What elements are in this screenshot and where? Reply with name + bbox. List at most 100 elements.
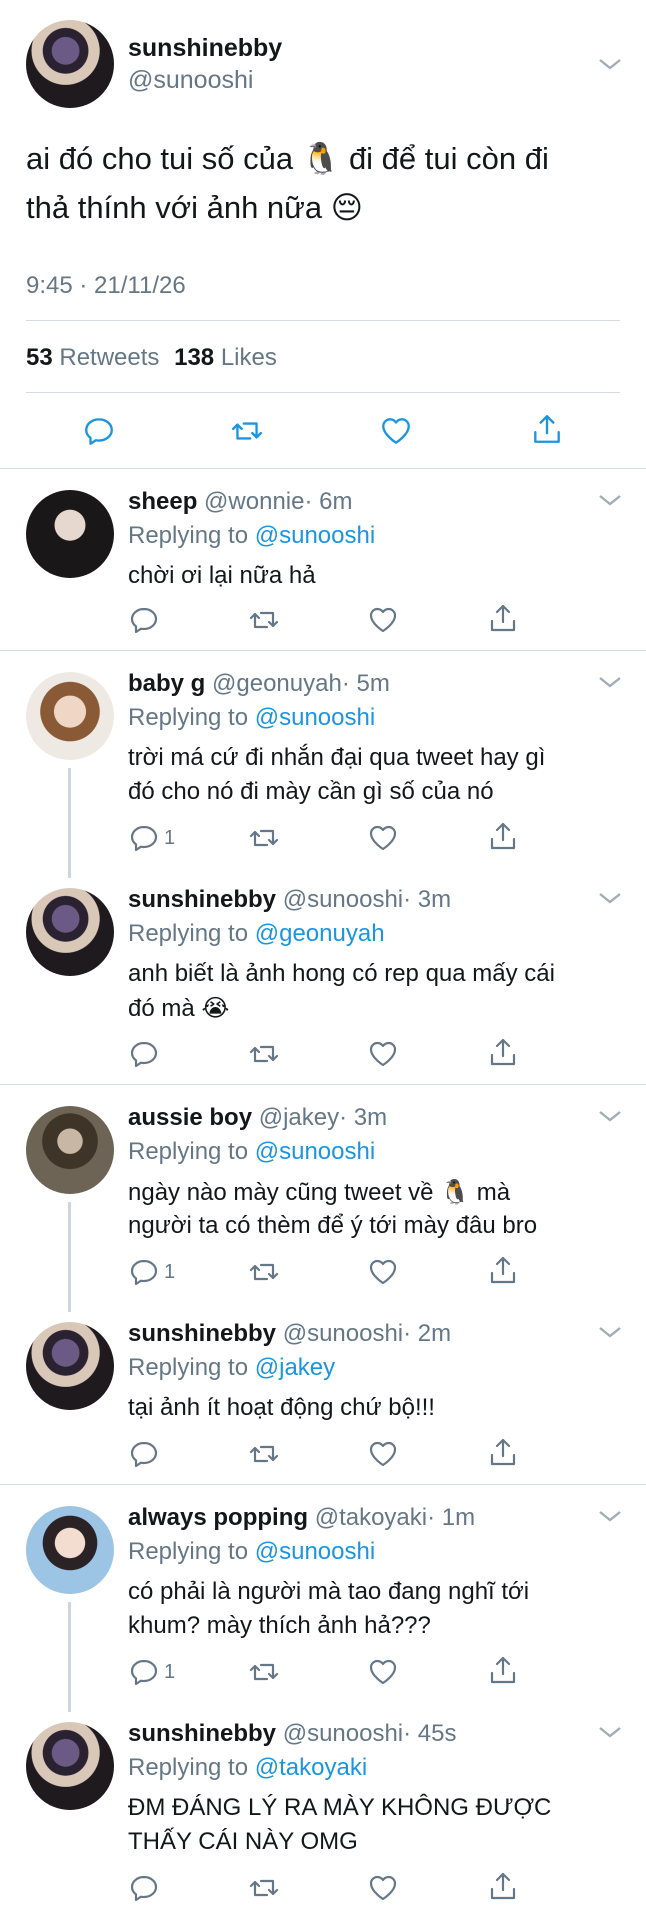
like-icon[interactable] (367, 1438, 399, 1470)
reply-icon[interactable] (128, 1256, 160, 1288)
replying-to-label: Replying to (128, 1754, 249, 1781)
retweets-label[interactable]: Retweets (59, 344, 159, 371)
retweet-icon[interactable] (248, 604, 280, 636)
chevron-down-icon[interactable] (596, 1322, 624, 1342)
avatar-reply[interactable] (26, 1106, 114, 1194)
chevron-down-icon[interactable] (596, 54, 624, 74)
main-handle[interactable]: @sunooshi (128, 66, 253, 95)
reply-text-line1: ngày nào mày cũng tweet về 🐧 mà (128, 1179, 511, 1206)
reply-time[interactable]: · 5m (342, 670, 390, 697)
reply-handle[interactable]: @sunooshi (283, 1320, 403, 1347)
like-icon[interactable] (367, 1038, 399, 1070)
reply-header: sunshinebby @sunooshi· 3m (128, 886, 451, 914)
share-icon[interactable] (487, 1654, 519, 1686)
reply-display-name[interactable]: always popping (128, 1504, 308, 1531)
main-timestamp[interactable]: 9:45 · 21/11/26 (26, 272, 186, 300)
avatar-reply[interactable] (26, 672, 114, 760)
reply-header: aussie boy @jakey· 3m (128, 1104, 387, 1132)
reply-header: always popping @takoyaki· 1m (128, 1504, 475, 1532)
retweet-icon[interactable] (248, 1656, 280, 1688)
reply-display-name[interactable]: sheep (128, 488, 197, 515)
reply-icon[interactable] (128, 822, 160, 854)
reply-display-name[interactable]: sunshinebby (128, 1720, 276, 1747)
reply-time[interactable]: · 3m (403, 886, 451, 913)
reply-icon[interactable] (128, 604, 160, 636)
like-icon[interactable] (379, 414, 413, 448)
reply-display-name[interactable]: aussie boy (128, 1104, 252, 1131)
avatar-reply[interactable] (26, 888, 114, 976)
share-icon[interactable] (487, 1036, 519, 1068)
reply-handle[interactable]: @sunooshi (283, 886, 403, 913)
replying-to: Replying to @sunooshi (128, 704, 375, 732)
avatar-main[interactable] (26, 20, 114, 108)
replying-to-handle[interactable]: @sunooshi (255, 1538, 375, 1565)
retweet-icon[interactable] (230, 414, 264, 448)
replying-to-handle[interactable]: @takoyaki (255, 1754, 367, 1781)
reply-handle[interactable]: @sunooshi (283, 1720, 403, 1747)
reply-handle[interactable]: @wonnie (204, 488, 304, 515)
chevron-down-icon[interactable] (596, 490, 624, 510)
retweet-icon[interactable] (248, 1872, 280, 1904)
reply-display-name[interactable]: sunshinebby (128, 1320, 276, 1347)
replying-to: Replying to @sunooshi (128, 1538, 375, 1566)
main-display-name[interactable]: sunshinebby (128, 34, 282, 63)
retweet-icon[interactable] (248, 822, 280, 854)
like-icon[interactable] (367, 1872, 399, 1904)
main-tweet-text-line1: ai đó cho tui số của 🐧 đi để tui còn đi (26, 141, 549, 176)
replying-to-handle[interactable]: @sunooshi (255, 522, 375, 549)
replying-to: Replying to @jakey (128, 1354, 335, 1382)
reply-icon[interactable] (128, 1038, 160, 1070)
chevron-down-icon[interactable] (596, 1506, 624, 1526)
chevron-down-icon[interactable] (596, 888, 624, 908)
thread-line (68, 768, 71, 878)
retweet-icon[interactable] (248, 1038, 280, 1070)
like-icon[interactable] (367, 1656, 399, 1688)
likes-count[interactable]: 138 (174, 344, 214, 371)
reply-icon[interactable] (128, 1438, 160, 1470)
reply-header: sheep @wonnie· 6m (128, 488, 352, 516)
reply-time[interactable]: · 3m (339, 1104, 387, 1131)
avatar-reply[interactable] (26, 1506, 114, 1594)
replying-to-handle[interactable]: @jakey (255, 1354, 335, 1381)
reply-icon[interactable] (128, 1656, 160, 1688)
divider (0, 1084, 646, 1085)
reply-time[interactable]: · 6m (304, 488, 352, 515)
reply-handle[interactable]: @takoyaki (315, 1504, 427, 1531)
like-icon[interactable] (367, 1256, 399, 1288)
share-icon[interactable] (487, 820, 519, 852)
retweets-count[interactable]: 53 (26, 344, 53, 371)
reply-icon[interactable] (82, 414, 116, 448)
retweet-icon[interactable] (248, 1438, 280, 1470)
reply-text-line1: chời ơi lại nữa hả (128, 562, 316, 589)
chevron-down-icon[interactable] (596, 1722, 624, 1742)
replying-to-handle[interactable]: @sunooshi (255, 1138, 375, 1165)
chevron-down-icon[interactable] (596, 672, 624, 692)
reply-time[interactable]: · 1m (427, 1504, 475, 1531)
share-icon[interactable] (530, 412, 564, 446)
reply-display-name[interactable]: sunshinebby (128, 886, 276, 913)
reply-handle[interactable]: @jakey (259, 1104, 339, 1131)
chevron-down-icon[interactable] (596, 1106, 624, 1126)
avatar-reply[interactable] (26, 1322, 114, 1410)
reply-handle[interactable]: @geonuyah (212, 670, 342, 697)
reply-text-line2: đó mà 😭 (128, 995, 230, 1022)
like-icon[interactable] (367, 604, 399, 636)
reply-time[interactable]: · 2m (403, 1320, 451, 1347)
share-icon[interactable] (487, 1436, 519, 1468)
reply-header: sunshinebby @sunooshi· 2m (128, 1320, 451, 1348)
share-icon[interactable] (487, 1254, 519, 1286)
share-icon[interactable] (487, 602, 519, 634)
avatar-reply[interactable] (26, 490, 114, 578)
likes-label[interactable]: Likes (221, 344, 277, 371)
replying-to-handle[interactable]: @geonuyah (255, 920, 385, 947)
like-icon[interactable] (367, 822, 399, 854)
avatar-reply[interactable] (26, 1722, 114, 1810)
retweet-icon[interactable] (248, 1256, 280, 1288)
reply-text-line2: người ta có thèm để ý tới mày đâu bro (128, 1212, 538, 1239)
share-icon[interactable] (487, 1870, 519, 1902)
reply-count: 1 (164, 1261, 176, 1283)
replying-to-handle[interactable]: @sunooshi (255, 704, 375, 731)
reply-time[interactable]: · 45s (403, 1720, 456, 1747)
reply-icon[interactable] (128, 1872, 160, 1904)
reply-display-name[interactable]: baby g (128, 670, 205, 697)
